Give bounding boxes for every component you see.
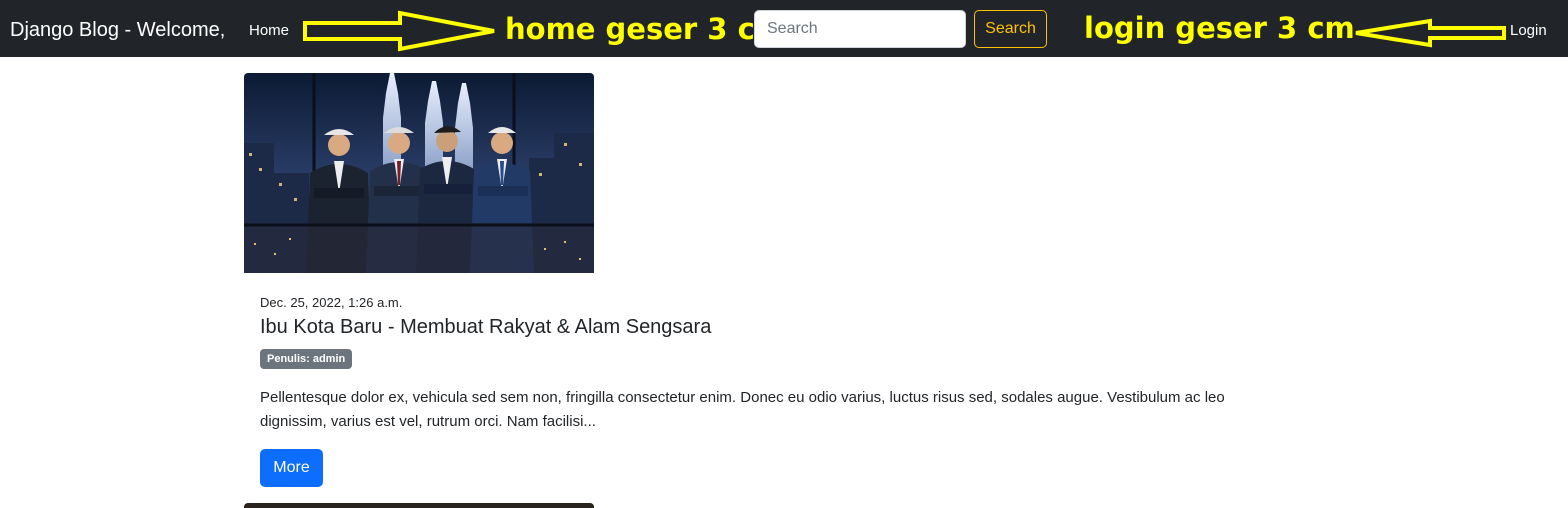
post-date: Dec. 25, 2022, 1:26 a.m. bbox=[260, 295, 403, 310]
nav-home-link[interactable]: Home bbox=[249, 21, 289, 41]
post-title: Ibu Kota Baru - Membuat Rakyat & Alam Se… bbox=[260, 316, 712, 338]
annotation-login-note: login geser 3 cm bbox=[1084, 11, 1355, 45]
nav-login-link[interactable]: Login bbox=[1510, 21, 1547, 41]
annotation-home-note: home geser 3 cm bbox=[505, 12, 785, 46]
brand-link[interactable]: Django Blog - Welcome, bbox=[10, 18, 225, 42]
next-post-image bbox=[244, 503, 594, 508]
navbar: Django Blog - Welcome, Home home geser 3… bbox=[0, 0, 1568, 57]
post-image bbox=[244, 73, 594, 273]
annotation-arrow-right-icon bbox=[303, 10, 495, 52]
annotation-arrow-left-icon bbox=[1355, 18, 1506, 48]
search-button[interactable]: Search bbox=[974, 10, 1047, 48]
post-excerpt: Pellentesque dolor ex, vehicula sed sem … bbox=[260, 389, 1225, 430]
search-input[interactable] bbox=[754, 10, 966, 48]
more-button[interactable]: More bbox=[260, 449, 323, 487]
author-badge: Penulis: admin bbox=[260, 349, 353, 369]
